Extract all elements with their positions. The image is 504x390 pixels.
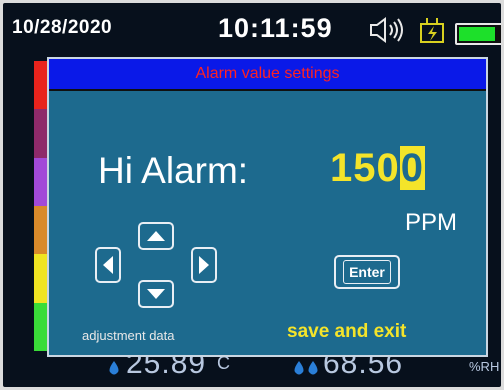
level-color-bar — [34, 61, 48, 351]
right-key[interactable] — [191, 247, 217, 283]
level-segment — [34, 61, 48, 110]
hi-alarm-value[interactable]: 1500 — [330, 146, 425, 191]
hi-alarm-unit: PPM — [405, 209, 458, 236]
arrow-left-icon — [103, 256, 113, 274]
arrow-right-icon — [199, 256, 209, 274]
arrow-up-icon — [147, 231, 165, 241]
adjustment-hint: adjustment data — [82, 328, 175, 343]
alarm-settings-dialog: Alarm value settings Hi Alarm: 1500 PPM … — [47, 57, 488, 357]
level-segment — [34, 157, 48, 206]
hi-alarm-value-digits: 150 — [330, 146, 400, 190]
dialog-title-bar: Alarm value settings — [49, 59, 486, 91]
enter-key[interactable]: Enter — [334, 255, 400, 289]
status-time: 10:11:59 — [218, 13, 333, 43]
save-exit-hint: save and exit — [287, 321, 407, 342]
humidity-drop-icon-1 — [294, 361, 304, 375]
battery-level-fill — [459, 27, 495, 41]
arrow-down-icon — [147, 289, 165, 299]
enter-key-label: Enter — [343, 260, 391, 284]
dialog-title: Alarm value settings — [195, 65, 340, 82]
hi-alarm-label: Hi Alarm: — [98, 150, 249, 191]
up-key[interactable] — [138, 222, 174, 250]
speaker-icon — [370, 17, 403, 43]
plug-icon — [420, 18, 444, 43]
level-segment — [34, 254, 48, 303]
level-segment — [34, 205, 48, 255]
humidity-drop-icon-2 — [308, 361, 318, 375]
status-date: 10/28/2020 — [12, 17, 113, 38]
left-key[interactable] — [95, 247, 121, 283]
down-key[interactable] — [138, 280, 174, 308]
hi-alarm-value-cursor-digit[interactable]: 0 — [399, 146, 425, 190]
device-screen: 10/28/2020 10:11:59 25.89 C 68.56 %RH Al… — [3, 3, 501, 387]
temperature-drop-icon — [109, 361, 119, 375]
level-segment — [34, 302, 48, 351]
humidity-unit: %RH — [469, 359, 500, 374]
level-segment — [34, 109, 48, 158]
battery-icon — [455, 23, 501, 45]
